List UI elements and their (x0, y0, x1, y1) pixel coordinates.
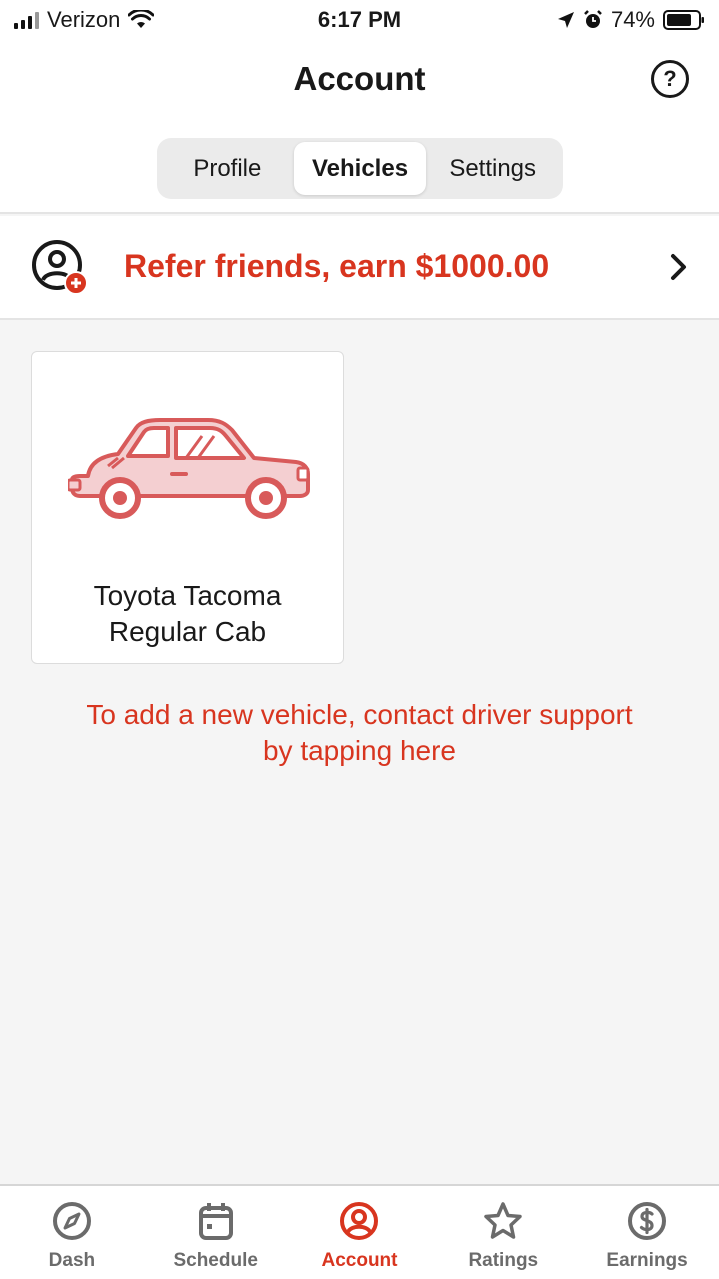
battery-icon (663, 10, 704, 30)
nav-label-earnings: Earnings (606, 1250, 688, 1271)
status-bar: Verizon 6:17 PM 74% (0, 0, 719, 40)
star-icon (484, 1202, 523, 1239)
referral-banner[interactable]: Refer friends, earn $1000.00 (0, 216, 719, 320)
question-circle-icon: ? (663, 66, 677, 91)
nav-label-dash: Dash (48, 1250, 96, 1271)
support-link-line1: To add a new vehicle, contact driver sup… (86, 699, 633, 730)
location-arrow-icon (557, 12, 574, 28)
nav-item-dash[interactable]: Dash (0, 1186, 144, 1279)
account-icon (340, 1202, 379, 1240)
carrier-name: Verizon (47, 7, 121, 32)
page-title: Account (293, 60, 426, 97)
compass-icon (52, 1202, 91, 1240)
nav-item-schedule[interactable]: Schedule (144, 1186, 288, 1279)
nav-item-account[interactable]: Account (288, 1186, 432, 1279)
vehicle-card[interactable]: Toyota Tacoma Regular Cab (31, 351, 344, 664)
segmented-control: Profile Vehicles Settings (157, 138, 563, 199)
battery-percent: 74% (610, 7, 655, 32)
contact-support-link[interactable]: To add a new vehicle, contact driver sup… (30, 697, 689, 769)
nav-item-ratings[interactable]: Ratings (431, 1186, 575, 1279)
person-plus-icon (32, 240, 88, 295)
tab-settings[interactable]: Settings (426, 142, 559, 195)
support-link-line2: by tapping here (262, 735, 457, 766)
chevron-right-icon (671, 254, 686, 280)
dollar-icon (628, 1202, 667, 1240)
tab-vehicles[interactable]: Vehicles (293, 142, 427, 195)
header: Account ? (0, 40, 719, 120)
nav-item-earnings[interactable]: Earnings (575, 1186, 719, 1279)
tab-bar-container: Profile Vehicles Settings (0, 120, 719, 214)
nav-label-account: Account (321, 1250, 398, 1271)
vehicle-name-line2: Regular Cab (108, 616, 267, 647)
alarm-icon (584, 10, 602, 28)
vehicle-name: Toyota Tacoma Regular Cab (32, 578, 343, 650)
signal-icon (14, 11, 39, 29)
vehicle-name-line1: Toyota Tacoma (93, 580, 282, 611)
status-left: Verizon (14, 7, 155, 33)
help-button[interactable]: ? (651, 60, 689, 98)
nav-label-ratings: Ratings (468, 1250, 539, 1271)
bottom-nav: Dash Schedule Account Ratings Earnings (0, 1184, 719, 1279)
car-icon (68, 418, 310, 519)
nav-label-schedule: Schedule (173, 1250, 258, 1271)
referral-text: Refer friends, earn $1000.00 (124, 248, 550, 284)
calendar-icon (198, 1203, 233, 1240)
tab-profile[interactable]: Profile (161, 142, 294, 195)
status-right: 74% (557, 7, 705, 33)
wifi-icon (128, 10, 155, 28)
